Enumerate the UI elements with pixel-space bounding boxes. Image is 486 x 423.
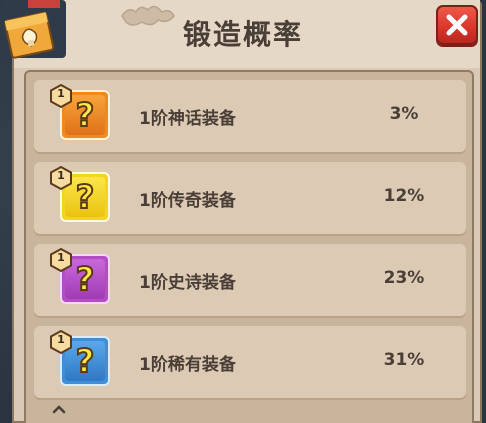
item-name: 1阶稀有装备	[139, 355, 236, 375]
item-name: 1阶神话装备	[139, 109, 236, 129]
item-probability: 31%	[383, 350, 425, 370]
forge-probability-screen: 锻造概率 1 ? 1阶神话装备 3% 1 ? 1阶传奇装备 12% 1 ? 1阶…	[0, 0, 486, 423]
list-item: 1 ? 1阶传奇装备 12%	[34, 162, 466, 234]
probability-list[interactable]: 1 ? 1阶神话装备 3% 1 ? 1阶传奇装备 12% 1 ? 1阶史诗装备 …	[24, 70, 474, 423]
level-badge-icon	[50, 248, 72, 272]
item-probability: 3%	[389, 104, 419, 124]
item-name: 1阶传奇装备	[139, 191, 236, 211]
item-probability: 23%	[383, 268, 425, 288]
item-probability: 12%	[383, 186, 425, 206]
level-badge-icon	[50, 84, 72, 108]
close-x-icon	[446, 14, 468, 36]
close-button[interactable]	[436, 5, 478, 45]
level-badge-icon	[50, 330, 72, 354]
list-item: 1 ? 1阶神话装备 3%	[34, 80, 466, 152]
item-name: 1阶史诗装备	[139, 273, 236, 293]
list-item: 1 ? 1阶史诗装备 23%	[34, 244, 466, 316]
list-item: 1 ? 1阶稀有装备 31%	[34, 326, 466, 398]
level-badge-icon	[50, 166, 72, 190]
page-title: 锻造概率	[182, 18, 303, 51]
gift-card-icon[interactable]	[0, 0, 70, 62]
scroll-down-hint-icon	[52, 405, 66, 414]
